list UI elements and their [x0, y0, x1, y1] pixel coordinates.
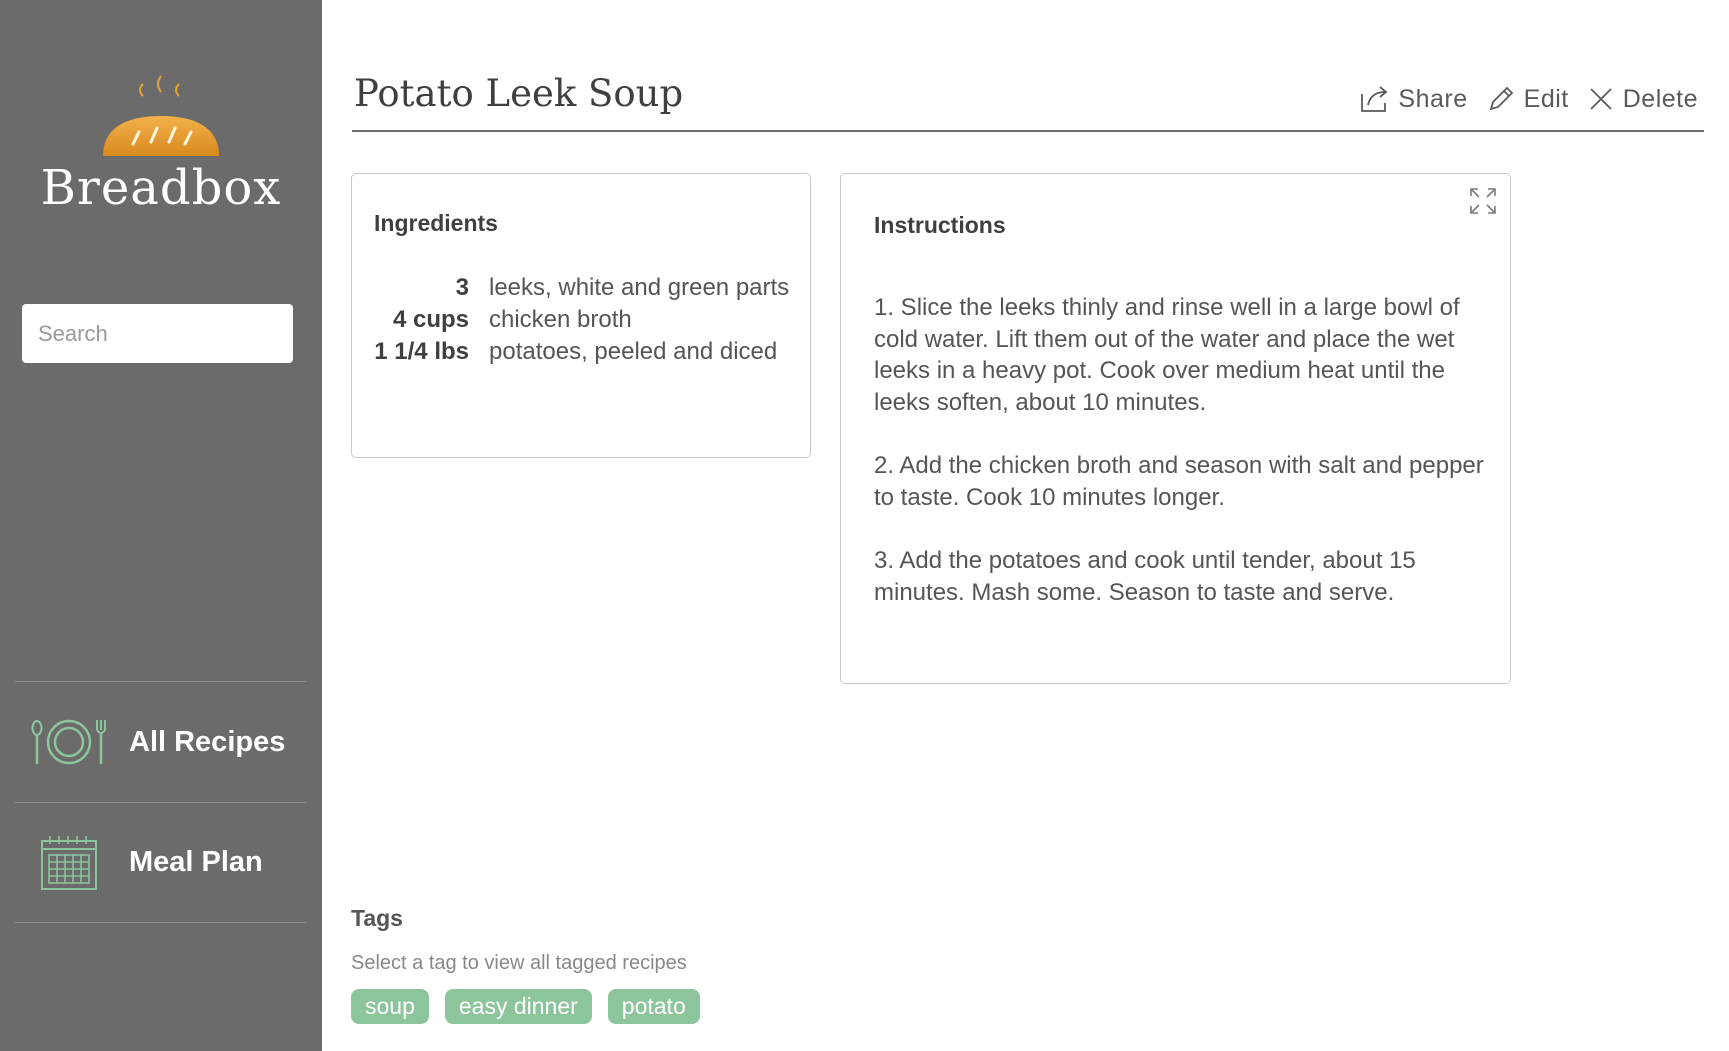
ingredient-row: 3 leeks, white and green parts	[374, 274, 794, 306]
instructions-steps: 1. Slice the leeks thinly and rinse well…	[874, 292, 1484, 640]
sidebar-item-all-recipes[interactable]: All Recipes	[15, 681, 307, 802]
bread-icon	[103, 75, 219, 156]
ingredient-name: leeks, white and green parts	[489, 274, 790, 301]
sidebar-nav: All Recipes Meal Plan	[15, 681, 307, 923]
close-icon	[1590, 88, 1612, 110]
ingredient-quantity: 1 1/4 lbs	[374, 338, 469, 365]
ingredients-list: 3 leeks, white and green parts 4 cups ch…	[374, 274, 794, 370]
share-label: Share	[1398, 84, 1468, 113]
instruction-step: 2. Add the chicken broth and season with…	[874, 452, 1484, 511]
share-icon	[1361, 86, 1388, 112]
ingredients-title: Ingredients	[374, 210, 498, 236]
ingredient-row: 1 1/4 lbs potatoes, peeled and diced	[374, 338, 794, 370]
ingredient-name: potatoes, peeled and diced	[489, 338, 778, 365]
tags-hint: Select a tag to view all tagged recipes	[351, 952, 687, 974]
instruction-step: 1. Slice the leeks thinly and rinse well…	[874, 294, 1460, 416]
ingredients-card: Ingredients 3 leeks, white and green par…	[351, 173, 811, 458]
ingredient-quantity: 4 cups	[392, 306, 469, 333]
app-name: Breadbox	[40, 160, 282, 216]
tag-soup[interactable]: soup	[351, 989, 429, 1024]
ingredient-name: chicken broth	[489, 306, 632, 333]
instructions-card: Instructions 1. Slice the leeks thinly a…	[840, 173, 1511, 684]
sidebar-item-label: All Recipes	[129, 725, 286, 758]
edit-button[interactable]: Edit	[1486, 84, 1569, 114]
plate-utensils-icon	[29, 712, 109, 772]
expand-button[interactable]	[1468, 186, 1498, 221]
calendar-icon	[29, 833, 109, 893]
instruction-step: 3. Add the potatoes and cook until tende…	[874, 547, 1416, 606]
tag-potato[interactable]: potato	[607, 989, 700, 1024]
expand-icon	[1470, 188, 1496, 214]
ingredient-row: 4 cups chicken broth	[374, 306, 794, 338]
recipe-header: Potato Leek Soup Share Edit Delete	[352, 62, 1704, 132]
ingredient-quantity: 3	[455, 274, 469, 301]
delete-button[interactable]: Delete	[1587, 85, 1698, 114]
tags-section: Tags Select a tag to view all tagged rec…	[351, 905, 716, 1024]
edit-label: Edit	[1523, 84, 1569, 113]
sidebar-item-label: Meal Plan	[129, 846, 263, 878]
logo[interactable]: Breadbox	[0, 70, 322, 216]
tag-easy-dinner[interactable]: easy dinner	[444, 989, 592, 1024]
tag-list: soup easy dinner potato	[351, 989, 716, 1024]
sidebar: Breadbox Search All Recipes Meal Plan	[0, 0, 322, 1051]
search-bar	[22, 304, 293, 363]
page-title: Potato Leek Soup	[354, 72, 684, 115]
recipe-actions: Share Edit Delete	[1340, 84, 1698, 114]
tags-title: Tags	[351, 905, 403, 931]
sidebar-item-meal-plan[interactable]: Meal Plan	[15, 802, 307, 923]
search-input[interactable]	[22, 304, 293, 363]
share-button[interactable]: Share	[1358, 84, 1467, 114]
pencil-icon	[1489, 86, 1513, 111]
instructions-title: Instructions	[874, 212, 1006, 238]
delete-label: Delete	[1622, 84, 1698, 113]
